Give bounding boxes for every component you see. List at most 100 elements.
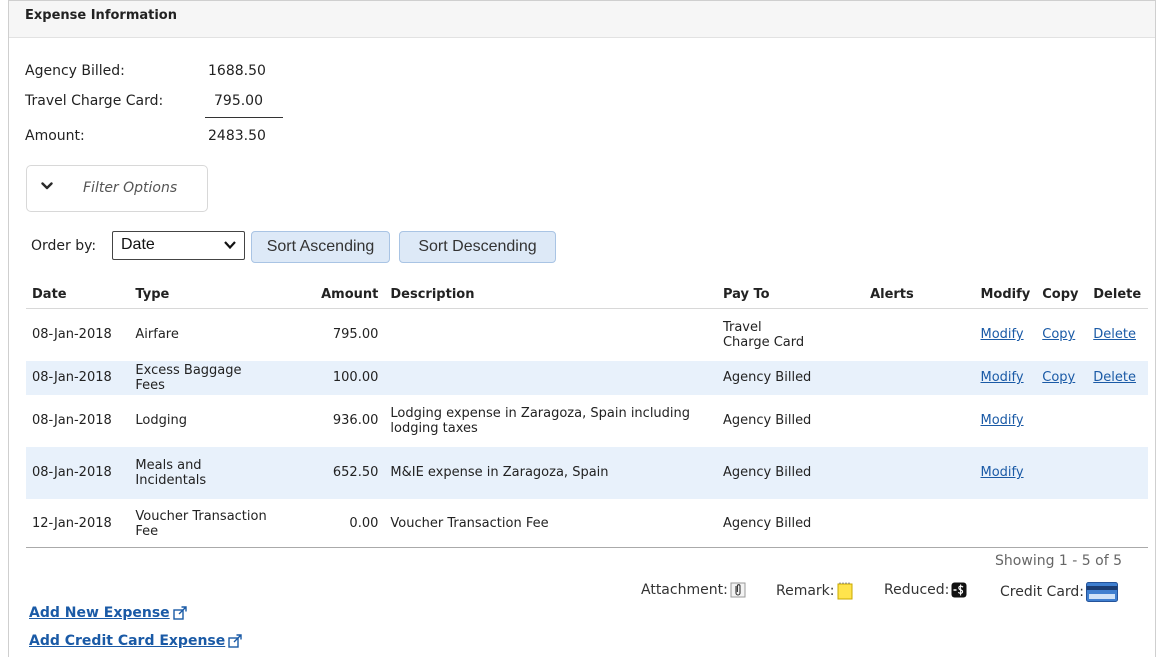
sort-descending-button[interactable]: Sort Descending: [399, 231, 556, 263]
description-line: lodging taxes: [390, 420, 478, 436]
copy-link[interactable]: Copy: [1042, 370, 1075, 385]
legend-reduced: Reduced:: [884, 582, 967, 598]
external-link-icon: [228, 634, 242, 648]
cell-pay-to: Agency Billed: [722, 516, 812, 531]
expense-table: Date Type Amount Description Pay To Aler…: [26, 280, 1148, 549]
amount-value: 2483.50: [208, 128, 266, 144]
order-by-select[interactable]: Date: [112, 231, 245, 260]
panel-title: Expense Information: [25, 8, 177, 23]
delete-link[interactable]: Delete: [1093, 327, 1136, 342]
cell-date: 08-Jan-2018: [26, 446, 130, 499]
cell-pay-to: Agency Billed: [716, 446, 865, 499]
column-header-type[interactable]: Type: [129, 280, 281, 309]
table-row: 08-Jan-2018 Airfare 795.00 Travel Charge …: [26, 309, 1148, 361]
column-header-alerts: Alerts: [864, 280, 975, 309]
modify-link[interactable]: Modify: [981, 465, 1024, 480]
cell-date: 08-Jan-2018: [32, 413, 112, 428]
cell-date: 08-Jan-2018: [26, 360, 130, 395]
cell-date: 12-Jan-2018: [32, 516, 112, 531]
table-row: 12-Jan-2018 Voucher Transaction Fee 0.00 …: [26, 499, 1148, 549]
cell-amount: 100.00: [280, 360, 385, 395]
column-header-amount[interactable]: Amount: [280, 280, 385, 309]
column-header-copy: Copy: [1036, 280, 1088, 309]
column-header-date[interactable]: Date: [26, 280, 130, 309]
add-credit-card-expense-link[interactable]: Add Credit Card Expense: [29, 633, 242, 649]
cell-alerts: [864, 360, 975, 395]
cell-copy: [1036, 499, 1087, 549]
cell-type: Excess Baggage Fees: [129, 360, 281, 395]
cell-description: M&IE expense in Zaragoza, Spain: [384, 446, 717, 499]
legend-credit-card: Credit Card:: [1000, 582, 1119, 602]
table-row: 08-Jan-2018 Excess Baggage Fees 100.00 A…: [26, 360, 1148, 395]
legend-remark: Remark:: [776, 582, 853, 600]
cell-delete: [1087, 446, 1148, 499]
expense-information-panel: Expense Information Agency Billed: 1688.…: [8, 0, 1156, 657]
cell-delete: Delete: [1087, 360, 1148, 395]
table-row: 08-Jan-2018 Meals and Incidentals 652.50 …: [26, 446, 1148, 499]
travel-card-label: Travel Charge Card:: [25, 93, 164, 109]
cell-type: Voucher Transaction Fee: [129, 499, 280, 549]
panel-header: [9, 0, 1155, 38]
cell-type: Lodging: [135, 413, 187, 428]
chevron-down-icon: [41, 182, 53, 190]
modify-link[interactable]: Modify: [981, 327, 1024, 342]
cell-modify: Modify: [975, 309, 1037, 361]
note-icon: [837, 582, 853, 600]
external-link-icon: [172, 606, 187, 620]
cell-copy: [1036, 395, 1087, 447]
column-header-pay-to[interactable]: Pay To: [716, 280, 865, 309]
cell-alerts: [864, 395, 974, 447]
filter-options-toggle[interactable]: Filter Options: [26, 165, 208, 212]
table-header-row: Date Type Amount Description Pay To Aler…: [26, 280, 1148, 309]
copy-link[interactable]: Copy: [1042, 327, 1075, 342]
filter-options-label: Filter Options: [83, 180, 178, 196]
cell-copy: [1036, 446, 1088, 499]
cell-modify: Modify: [975, 395, 1037, 447]
cell-type: Airfare: [135, 327, 179, 343]
type-line: Incidentals: [135, 472, 207, 488]
agency-billed-label: Agency Billed:: [25, 63, 125, 79]
type-line: Voucher Transaction: [135, 508, 267, 524]
cell-amount: 936.00: [332, 413, 379, 428]
column-header-description[interactable]: Description: [384, 280, 717, 309]
cell-alerts: [864, 499, 974, 549]
cell-delete: [1087, 499, 1148, 549]
amount-label: Amount:: [25, 128, 85, 144]
delete-link[interactable]: Delete: [1093, 370, 1136, 385]
modify-link[interactable]: Modify: [981, 413, 1024, 428]
add-new-expense-link[interactable]: Add New Expense: [29, 605, 187, 621]
cell-delete: [1087, 395, 1148, 447]
cell-description: Lodging expense in Zaragoza, Spain inclu…: [384, 395, 717, 447]
cell-alerts: [864, 446, 975, 499]
legend-reduced-label: Reduced:: [884, 582, 950, 598]
modify-link[interactable]: Modify: [981, 370, 1024, 385]
cell-copy: Copy: [1036, 309, 1087, 361]
cell-copy: Copy: [1036, 360, 1088, 395]
cell-delete: Delete: [1087, 309, 1148, 361]
cell-modify: Modify: [974, 446, 1037, 499]
cell-description: [384, 309, 717, 361]
table-bottom-border: [26, 547, 1148, 548]
pay-to-line: Travel: [722, 319, 762, 335]
cell-modify: Modify: [974, 360, 1037, 395]
pay-to-line: Charge Card: [722, 334, 805, 350]
credit-card-icon: [1086, 582, 1119, 602]
table-row: 08-Jan-2018 Lodging 936.00 Lodging expen…: [26, 395, 1148, 447]
cell-description: Voucher Transaction Fee: [390, 516, 549, 531]
legend-attachment-label: Attachment:: [641, 582, 728, 598]
paperclip-icon: [730, 582, 746, 598]
order-by-label: Order by:: [31, 238, 97, 254]
travel-card-value: 795.00: [214, 93, 263, 109]
cell-date: 08-Jan-2018: [32, 327, 112, 343]
type-line: Fee: [135, 523, 159, 539]
chevron-down-icon: [224, 241, 236, 250]
order-by-selected-value: Date: [121, 236, 155, 253]
column-header-delete: Delete: [1087, 280, 1148, 309]
cell-type: Meals and Incidentals: [129, 446, 281, 499]
sort-ascending-button[interactable]: Sort Ascending: [251, 231, 390, 263]
add-credit-card-expense-label: Add Credit Card Expense: [29, 633, 226, 649]
cell-pay-to: Agency Billed: [716, 360, 865, 395]
reduced-dollar-icon: [951, 582, 967, 598]
pagination-status: Showing 1 - 5 of 5: [995, 553, 1122, 569]
agency-billed-value: 1688.50: [208, 63, 266, 79]
